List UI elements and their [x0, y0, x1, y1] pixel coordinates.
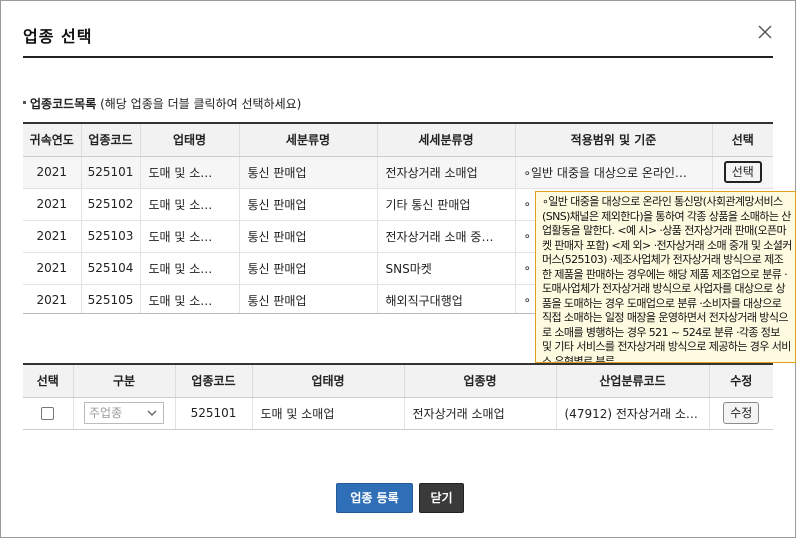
cell-code: 525101 [175, 397, 253, 430]
col-header-detail-class: 세세분류명 [377, 124, 516, 157]
table-header-row: 선택 구분 업종코드 업태명 업종명 산업분류코드 수정 [23, 365, 773, 398]
col-header-code: 업종코드 [81, 124, 141, 157]
dialog-title: 업종 선택 [23, 27, 93, 46]
cell-select: 선택 [712, 156, 773, 189]
select-button[interactable]: 선택 [723, 161, 762, 183]
cell-detail-class: SNS마켓 [377, 252, 516, 285]
col-header-business-type: 업태명 [252, 365, 405, 398]
cell-detail-class: 기타 통신 판매업 [377, 188, 516, 221]
col-header-edit: 수정 [709, 365, 773, 398]
cell-business-type: 도매 및 소… [140, 156, 240, 189]
cell-year: 2021 [23, 220, 82, 253]
cell-sub-class: 통신 판매업 [239, 252, 378, 285]
cell-detail-class: 해외직구대행업 [377, 284, 516, 313]
edit-button[interactable]: 수정 [723, 402, 760, 424]
cell-industry-code: (47912) 전자상거래 소… [556, 397, 710, 430]
bullet-icon [23, 101, 26, 104]
close-icon-glyph [758, 25, 772, 39]
col-header-industry-name: 업종명 [404, 365, 557, 398]
table-row[interactable]: 2021 525101 도매 및 소… 통신 판매업 전자상거래 소매업 ∘일반… [23, 156, 773, 189]
selected-industry-table: 선택 구분 업종코드 업태명 업종명 산업분류코드 수정 주업종 525101 … [23, 365, 773, 430]
register-industry-button[interactable]: 업종 등록 [336, 483, 413, 513]
section-label-title: 업종코드목록 [30, 97, 97, 111]
cell-year: 2021 [23, 252, 82, 285]
cell-sub-class: 통신 판매업 [239, 284, 378, 313]
industry-select-dialog: 업종 선택 업종코드목록 (해당 업종을 더블 클릭하여 선택하세요) 귀속연도… [0, 0, 796, 538]
cell-check [23, 397, 74, 430]
cell-year: 2021 [23, 284, 82, 313]
section-label: 업종코드목록 (해당 업종을 더블 클릭하여 선택하세요) [23, 95, 301, 112]
col-header-category: 구분 [73, 365, 176, 398]
cell-code: 525102 [81, 188, 141, 221]
cell-code: 525105 [81, 284, 141, 313]
title-divider [23, 56, 773, 58]
close-button[interactable]: 닫기 [419, 483, 464, 513]
section-label-hint: (해당 업종을 더블 클릭하여 선택하세요) [100, 97, 302, 111]
cell-code: 525103 [81, 220, 141, 253]
category-select[interactable]: 주업종 [84, 402, 164, 424]
row-checkbox[interactable] [41, 407, 55, 420]
close-icon[interactable] [756, 23, 774, 41]
cell-code: 525101 [81, 156, 141, 189]
cell-sub-class: 통신 판매업 [239, 156, 378, 189]
cell-scope: ∘일반 대중을 대상으로 온라인… [515, 156, 713, 189]
cell-sub-class: 통신 판매업 [239, 220, 378, 253]
cell-business-type: 도매 및 소매업 [252, 397, 405, 430]
cell-business-type: 도매 및 소… [140, 188, 240, 221]
cell-business-type: 도매 및 소… [140, 284, 240, 313]
scope-tooltip: ∘일반 대중을 대상으로 온라인 통신망(사회관계망서비스(SNS)채널은 제외… [535, 191, 796, 363]
col-header-check: 선택 [23, 365, 74, 398]
cell-business-type: 도매 및 소… [140, 252, 240, 285]
col-header-year: 귀속연도 [23, 124, 82, 157]
cell-business-type: 도매 및 소… [140, 220, 240, 253]
cell-industry-name: 전자상거래 소매업 [404, 397, 557, 430]
col-header-code: 업종코드 [175, 365, 253, 398]
cell-sub-class: 통신 판매업 [239, 188, 378, 221]
cell-year: 2021 [23, 156, 82, 189]
cell-detail-class: 전자상거래 소매업 [377, 156, 516, 189]
chevron-down-icon [147, 410, 157, 416]
cell-edit: 수정 [709, 397, 773, 430]
cell-detail-class: 전자상거래 소매 중… [377, 220, 516, 253]
col-header-select: 선택 [712, 124, 773, 157]
category-select-value: 주업종 [89, 406, 123, 420]
col-header-sub-class: 세분류명 [239, 124, 378, 157]
cell-year: 2021 [23, 188, 82, 221]
cell-code: 525104 [81, 252, 141, 285]
selected-industry-table-container: 선택 구분 업종코드 업태명 업종명 산업분류코드 수정 주업종 525101 … [23, 363, 773, 430]
col-header-business-type: 업태명 [140, 124, 240, 157]
col-header-industry-code: 산업분류코드 [556, 365, 710, 398]
table-row: 주업종 525101 도매 및 소매업 전자상거래 소매업 (47912) 전자… [23, 397, 773, 430]
col-header-scope: 적용범위 및 기준 [515, 124, 713, 157]
table-header-row: 귀속연도 업종코드 업태명 세분류명 세세분류명 적용범위 및 기준 선택 [23, 124, 773, 157]
cell-category: 주업종 [73, 397, 176, 430]
